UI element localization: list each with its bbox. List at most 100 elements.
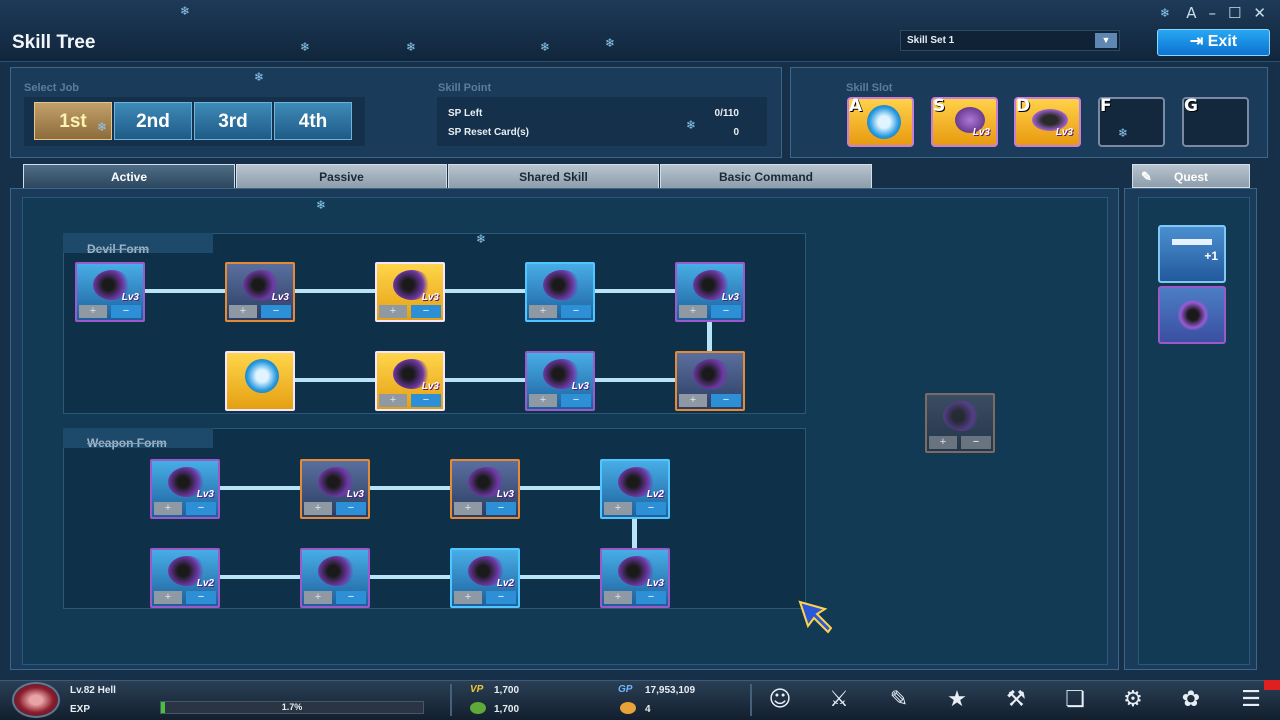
- exit-button[interactable]: ⇥ Exit: [1157, 29, 1270, 56]
- skill-plus-button[interactable]: +: [604, 502, 632, 515]
- skill-minus-button[interactable]: −: [711, 305, 741, 318]
- skill-plus-button[interactable]: +: [154, 502, 182, 515]
- skill-node[interactable]: Lv3 + −: [300, 459, 370, 519]
- skill-slot-g[interactable]: G: [1182, 96, 1249, 147]
- skill-node[interactable]: + −: [525, 262, 595, 322]
- menu-icon[interactable]: ☰: [1236, 686, 1266, 714]
- skill-minus-button[interactable]: −: [636, 502, 666, 515]
- skill-minus-button[interactable]: −: [411, 394, 441, 407]
- skill-plus-button[interactable]: +: [379, 394, 407, 407]
- minimize-button[interactable]: –: [1208, 4, 1216, 22]
- skill-plus-button[interactable]: +: [379, 305, 407, 318]
- skill-node[interactable]: Lv3 + −: [225, 262, 295, 322]
- divider: [450, 684, 452, 716]
- close-button[interactable]: ✕: [1253, 4, 1266, 22]
- skill-node[interactable]: Lv3 + −: [525, 351, 595, 411]
- guild-icon[interactable]: ⚙: [1118, 686, 1148, 714]
- quest-item[interactable]: +1: [1158, 225, 1226, 283]
- tab-quest[interactable]: ✎ Quest: [1132, 164, 1250, 188]
- skill-minus-button[interactable]: −: [336, 502, 366, 515]
- locked-skill-node[interactable]: + −: [925, 393, 995, 453]
- hammer-icon[interactable]: ⚒: [1001, 686, 1031, 714]
- skill-minus-button[interactable]: −: [561, 305, 591, 318]
- skill-node[interactable]: Lv2 + −: [150, 548, 220, 608]
- skill-node[interactable]: Lv3 + −: [600, 548, 670, 608]
- skill-node[interactable]: Lv3 + −: [450, 459, 520, 519]
- cat-icon[interactable]: ✿: [1176, 686, 1206, 714]
- skill-plus-button[interactable]: +: [529, 305, 557, 318]
- job-tab-4th[interactable]: 4th: [274, 102, 352, 140]
- aura-skill-icon: [245, 359, 279, 393]
- character-icon[interactable]: ☺: [765, 686, 795, 714]
- skill-slot-d[interactable]: D Lv3: [1014, 96, 1081, 147]
- weapon-form-label: Weapon Form: [87, 436, 167, 450]
- skill-plus-button[interactable]: +: [79, 305, 107, 318]
- skill-plus-button[interactable]: +: [454, 502, 482, 515]
- chevron-down-icon[interactable]: ▼: [1095, 33, 1117, 48]
- quest-item[interactable]: [1158, 286, 1226, 344]
- skill-icon: [1178, 300, 1208, 330]
- skill-node[interactable]: Lv3 + −: [375, 351, 445, 411]
- tab-active[interactable]: Active: [23, 164, 235, 188]
- skill-plus-button[interactable]: +: [304, 502, 332, 515]
- skill-node[interactable]: Lv3 + −: [75, 262, 145, 322]
- skill-minus-button[interactable]: −: [561, 394, 591, 407]
- maximize-button[interactable]: ☐: [1228, 4, 1241, 22]
- skill-minus-button[interactable]: −: [186, 502, 216, 515]
- book-icon[interactable]: ❏: [1060, 686, 1090, 714]
- skill-minus-button[interactable]: −: [186, 591, 216, 604]
- skill-minus-button[interactable]: −: [711, 394, 741, 407]
- skill-slot-a[interactable]: A: [847, 96, 914, 147]
- gift-icon[interactable]: ★: [942, 686, 972, 714]
- skill-slot-s[interactable]: S Lv3: [931, 96, 998, 147]
- slot-key: F: [1100, 96, 1112, 116]
- skill-minus-button[interactable]: −: [636, 591, 666, 604]
- skill-node[interactable]: + −: [300, 548, 370, 608]
- skill-plus-button[interactable]: +: [679, 394, 707, 407]
- skill-level: Lv2: [496, 578, 514, 589]
- slot-key: S: [933, 96, 946, 116]
- skill-level: Lv3: [121, 292, 139, 303]
- skill-plus-button[interactable]: +: [454, 591, 482, 604]
- job-tab-3rd[interactable]: 3rd: [194, 102, 272, 140]
- skill-minus-button[interactable]: −: [486, 502, 516, 515]
- skill-node[interactable]: [225, 351, 295, 411]
- tab-basic-command[interactable]: Basic Command: [660, 164, 872, 188]
- skill-slot-f[interactable]: F: [1098, 96, 1165, 147]
- skill-node[interactable]: Lv2 + −: [450, 548, 520, 608]
- job-tab-2nd[interactable]: 2nd: [114, 102, 192, 140]
- skill-level: Lv3: [496, 489, 514, 500]
- tab-passive[interactable]: Passive: [236, 164, 447, 188]
- skill-plus-button[interactable]: +: [529, 394, 557, 407]
- skill-plus-button[interactable]: +: [304, 591, 332, 604]
- skill-minus-button[interactable]: −: [336, 591, 366, 604]
- snowflake-icon: ❄: [316, 198, 327, 212]
- skill-icon: [318, 556, 356, 586]
- skill-node[interactable]: Lv3 + −: [150, 459, 220, 519]
- avatar[interactable]: [12, 682, 60, 718]
- skill-plus-button[interactable]: +: [604, 591, 632, 604]
- inventory-icon[interactable]: ✎: [884, 686, 914, 714]
- connector: [218, 575, 602, 579]
- skill-plus-button[interactable]: +: [679, 305, 707, 318]
- skill-node[interactable]: Lv2 + −: [600, 459, 670, 519]
- skill-icon: [943, 401, 981, 431]
- tab-shared-skill[interactable]: Shared Skill: [448, 164, 659, 188]
- aura-skill-icon: [867, 105, 901, 139]
- skill-plus-button[interactable]: +: [229, 305, 257, 318]
- font-size-button[interactable]: A: [1186, 4, 1196, 22]
- coin-icon: [620, 702, 636, 714]
- skill-node[interactable]: + −: [675, 351, 745, 411]
- skill-plus-button[interactable]: +: [929, 436, 957, 449]
- skill-minus-button[interactable]: −: [961, 436, 991, 449]
- skill-minus-button[interactable]: −: [111, 305, 141, 318]
- skill-minus-button[interactable]: −: [411, 305, 441, 318]
- divider: [750, 684, 752, 716]
- skill-minus-button[interactable]: −: [261, 305, 291, 318]
- skill-set-select[interactable]: Skill Set 1 ▼: [900, 30, 1120, 51]
- skill-minus-button[interactable]: −: [486, 591, 516, 604]
- crossed-swords-icon[interactable]: ⚔: [824, 686, 854, 714]
- skill-node[interactable]: Lv3 + −: [375, 262, 445, 322]
- skill-plus-button[interactable]: +: [154, 591, 182, 604]
- skill-node[interactable]: Lv3 + −: [675, 262, 745, 322]
